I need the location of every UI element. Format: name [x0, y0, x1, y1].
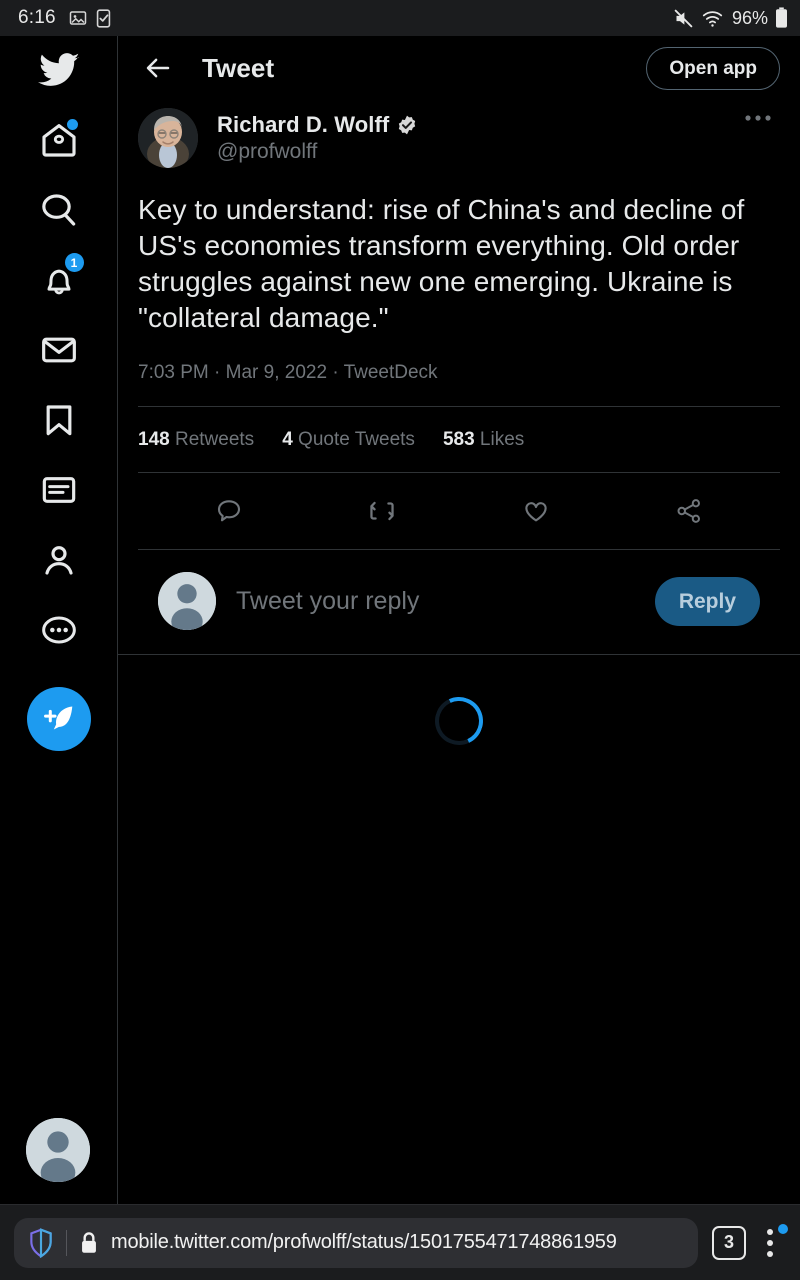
stat-retweets-label: Retweets: [174, 429, 255, 450]
app-bar: Tweet Open app: [118, 36, 800, 100]
status-bar-system-icons: 96%: [673, 7, 788, 29]
tweet-action-bar: [138, 473, 780, 549]
checkbox-icon: [96, 8, 111, 28]
page-title: Tweet: [202, 52, 275, 83]
reply-composer: Tweet your reply Reply: [138, 550, 780, 654]
sidebar-item-twitter-logo[interactable]: [30, 41, 88, 99]
share-icon: [677, 499, 701, 523]
sidebar-item-explore[interactable]: [30, 181, 88, 239]
reply-button[interactable]: [201, 487, 257, 535]
lists-icon: [42, 477, 75, 503]
more-horizontal-icon: [41, 616, 76, 644]
author-names: Richard D. Wolff @profwolff: [217, 108, 736, 164]
composer-avatar: [158, 572, 216, 630]
reply-input[interactable]: Tweet your reply: [236, 587, 655, 616]
replies-loading-area: [138, 655, 780, 752]
sidebar-item-home[interactable]: [30, 111, 88, 169]
stat-likes-label: Likes: [479, 429, 525, 450]
search-icon: [41, 194, 75, 226]
verified-badge-icon: [399, 115, 416, 135]
wifi-icon: [702, 10, 723, 27]
bookmark-icon: [46, 405, 71, 436]
author-handle[interactable]: @profwolff: [217, 140, 736, 164]
tweet-stats: 148 Retweets 4 Quote Tweets 583 Likes: [138, 407, 780, 472]
retweet-icon: [370, 501, 394, 521]
sidebar-item-bookmarks[interactable]: [30, 391, 88, 449]
tweet-timestamp: 7:03 PM · Mar 9, 2022 · TweetDeck: [138, 362, 438, 383]
main-content: Tweet Open app Richard D. Wolff @profwol…: [118, 36, 800, 1204]
loading-spinner-icon: [428, 690, 490, 752]
retweet-button[interactable]: [354, 487, 410, 535]
mute-icon: [674, 9, 693, 27]
tweet-text: Key to understand: rise of China's and d…: [138, 194, 745, 333]
open-app-button[interactable]: Open app: [646, 46, 780, 90]
shield-icon[interactable]: [28, 1227, 54, 1258]
tab-count-button[interactable]: 3: [712, 1225, 746, 1260]
author-display-name[interactable]: Richard D. Wolff: [217, 112, 389, 138]
sidebar-item-lists[interactable]: [30, 461, 88, 519]
compose-tweet-button[interactable]: [26, 687, 91, 751]
browser-toolbar: mobile.twitter.com/profwolff/status/1501…: [0, 1204, 800, 1280]
tweet-detail: Richard D. Wolff @profwolff Key to under…: [118, 100, 800, 752]
address-bar[interactable]: mobile.twitter.com/profwolff/status/1501…: [14, 1217, 698, 1268]
kebab-dot-3: [767, 1250, 773, 1257]
browser-menu-button[interactable]: [748, 1218, 792, 1268]
app-shell: 1 Tweet Open app Richard D. Wolff @profw…: [0, 36, 800, 1204]
status-bar-time: 6:16: [18, 7, 56, 28]
reply-submit-button[interactable]: Reply: [654, 576, 760, 626]
stat-retweets[interactable]: 148 Retweets: [138, 429, 254, 451]
person-icon: [44, 546, 73, 575]
sidebar-account-avatar[interactable]: [26, 1118, 90, 1182]
stat-quote-tweets-count: 4: [282, 429, 293, 450]
notifications-badge: 1: [64, 253, 84, 272]
url-text[interactable]: mobile.twitter.com/profwolff/status/1501…: [111, 1231, 617, 1254]
envelope-icon: [41, 337, 76, 363]
stat-retweets-count: 148: [138, 429, 170, 450]
author-avatar-photo: [138, 108, 198, 168]
author-avatar[interactable]: [138, 108, 198, 168]
back-button[interactable]: [136, 46, 180, 90]
stat-likes[interactable]: 583 Likes: [443, 429, 524, 451]
compose-feather-icon: [43, 706, 72, 730]
reply-icon: [217, 500, 240, 522]
sidebar-item-profile[interactable]: [30, 531, 88, 589]
default-avatar-icon: [26, 1118, 90, 1182]
share-button[interactable]: [661, 487, 717, 535]
battery-percent: 96%: [731, 7, 768, 28]
left-sidebar: 1: [0, 36, 118, 1204]
tweet-more-button[interactable]: [736, 108, 780, 142]
battery-icon: [776, 7, 787, 28]
twitter-bird-icon: [37, 53, 79, 86]
sidebar-item-notifications[interactable]: 1: [30, 251, 88, 309]
more-horizontal-icon: [745, 115, 771, 121]
stat-likes-count: 583: [442, 429, 475, 450]
status-bar: 6:16 96%: [0, 0, 800, 36]
like-button[interactable]: [508, 487, 564, 535]
home-unread-dot: [66, 119, 78, 130]
tweet-author-row: Richard D. Wolff @profwolff: [138, 100, 780, 168]
kebab-dot-2: [767, 1239, 773, 1246]
lock-icon: [82, 1231, 96, 1253]
default-avatar-icon: [158, 572, 216, 630]
arrow-left-icon: [146, 58, 170, 78]
image-icon: [69, 11, 87, 25]
author-display-row: Richard D. Wolff: [217, 112, 736, 138]
address-bar-separator: [66, 1229, 67, 1256]
status-bar-notification-icons: [69, 8, 111, 28]
stat-quote-tweets-label: Quote Tweets: [298, 429, 415, 450]
stat-quote-tweets[interactable]: 4 Quote Tweets: [282, 429, 415, 451]
menu-update-dot: [778, 1223, 788, 1234]
sidebar-item-more[interactable]: [30, 601, 88, 659]
kebab-dot-1: [767, 1228, 773, 1235]
heart-icon: [525, 502, 547, 522]
sidebar-item-messages[interactable]: [30, 321, 88, 379]
